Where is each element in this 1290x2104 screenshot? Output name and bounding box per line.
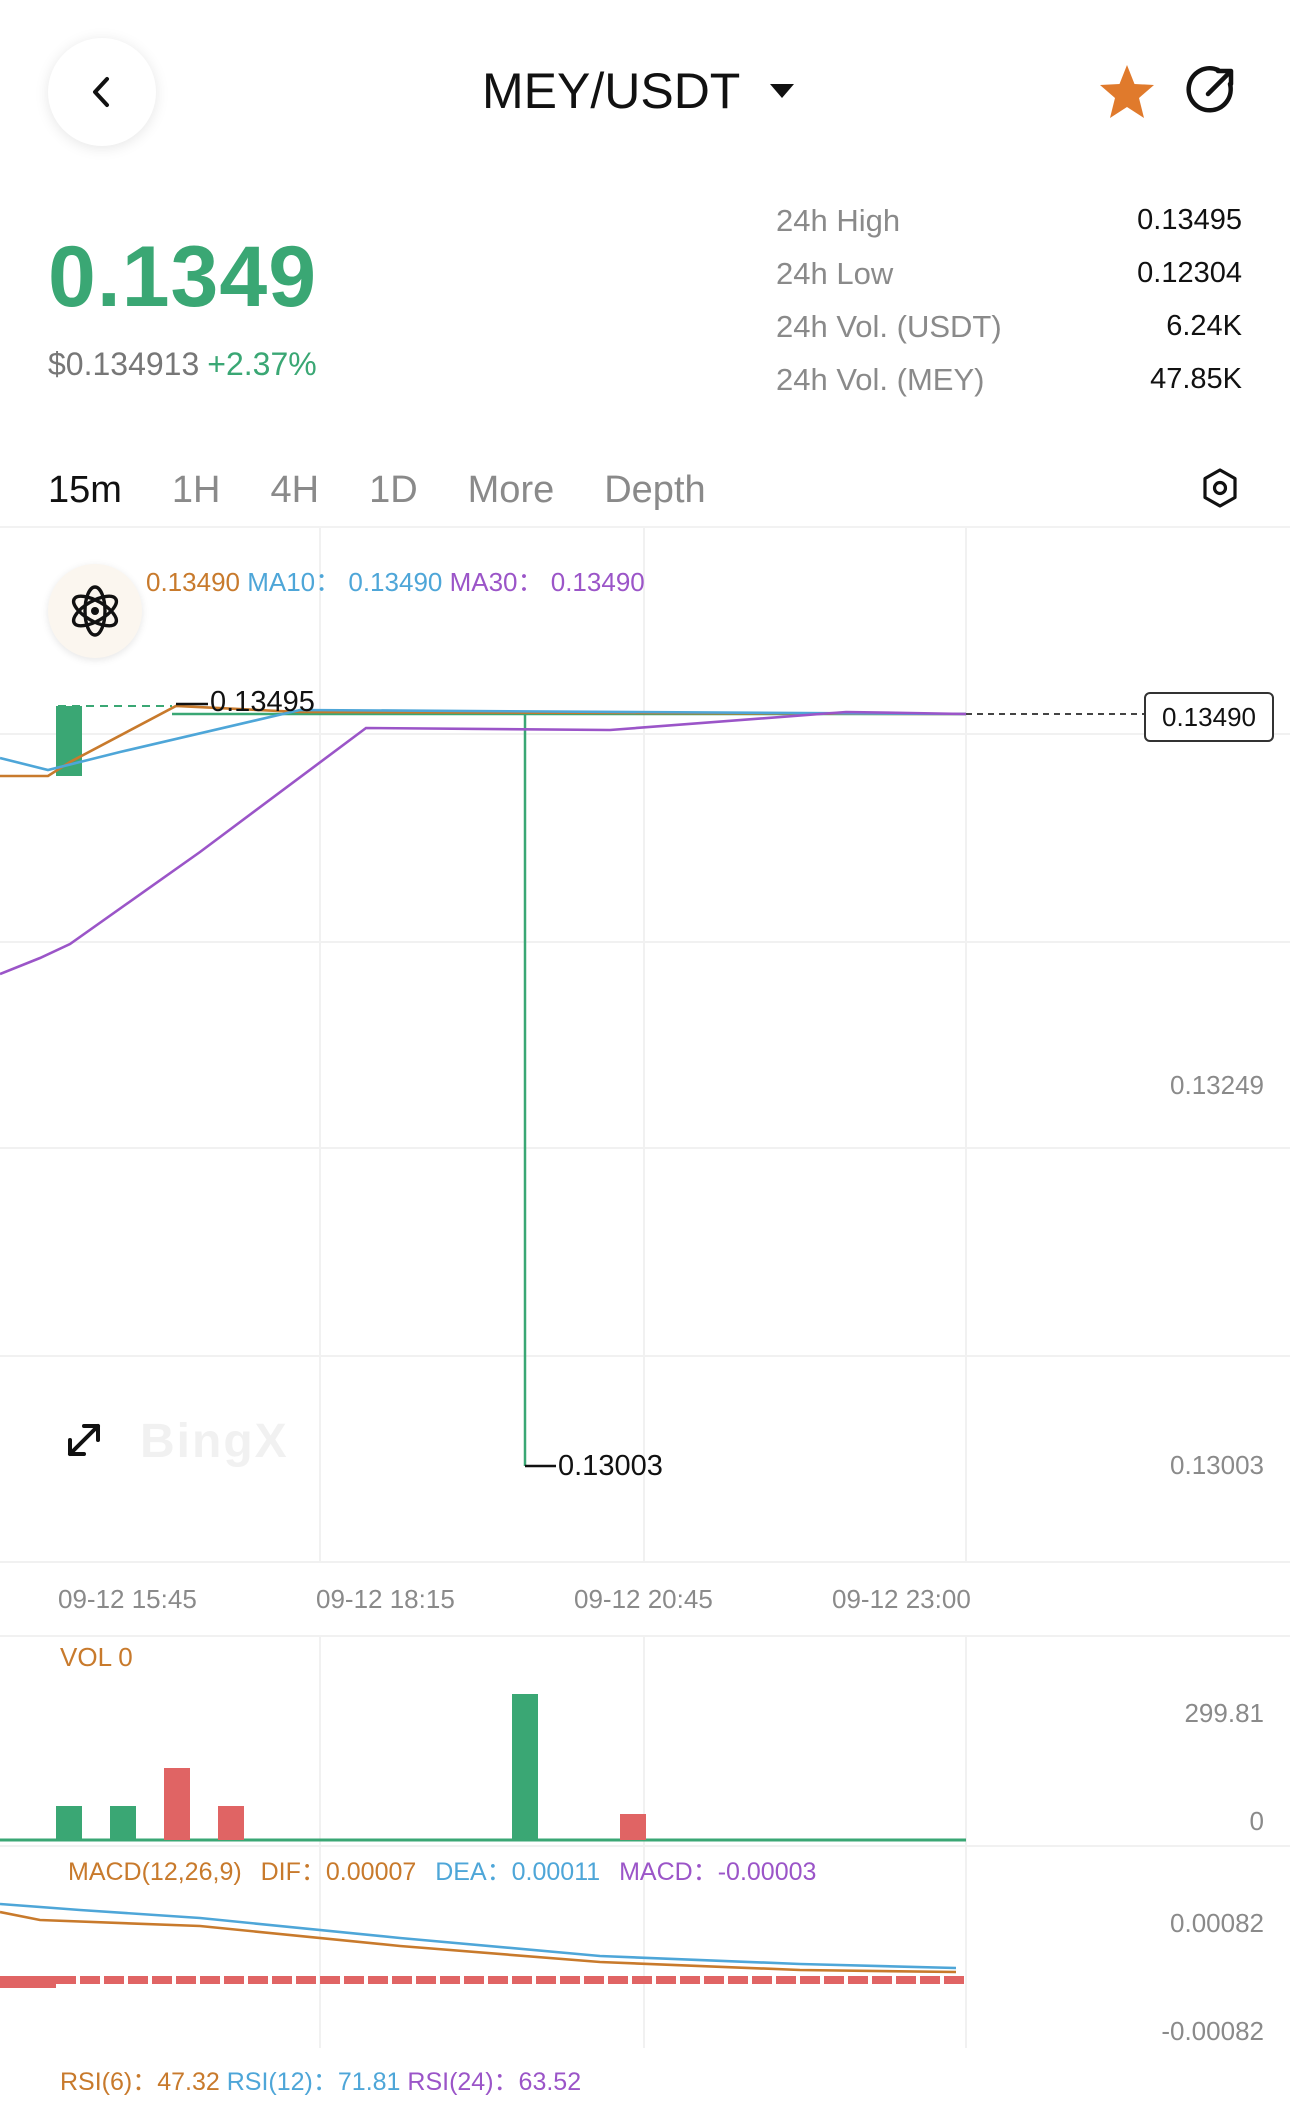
vol-bar (512, 1694, 538, 1840)
rsi24-value: 63.52 (518, 2068, 582, 2096)
tab-depth[interactable]: Depth (604, 469, 705, 512)
ma-legend: 0.13490 MA10： 0.13490 MA30： 0.13490 (58, 562, 645, 599)
y-axis-label: 0.13249 (1170, 1070, 1264, 1100)
dif-value: 0.00007 (325, 1858, 417, 1886)
settings-icon[interactable] (1202, 468, 1238, 508)
macd-axis-label: -0.00082 (1161, 2016, 1264, 2046)
stat-24h-vol-usdt: 24h Vol. (USDT) 6.24K (776, 300, 1242, 353)
stats-panel: 24h High 0.13495 24h Low 0.12304 24h Vol… (776, 194, 1242, 406)
stat-value: 0.12304 (1137, 257, 1242, 289)
expand-icon[interactable] (62, 1418, 106, 1462)
ma10-label: MA10： (247, 567, 342, 597)
stat-label: 24h High (776, 202, 901, 238)
chevron-left-icon (93, 77, 109, 107)
stat-24h-high: 24h High 0.13495 (776, 194, 1242, 247)
rsi12-value: 71.81 (337, 2068, 401, 2096)
time-axis-label: 09-12 18:15 (316, 1584, 455, 1614)
macd-legend: MACD(12,26,9) DIF：0.00007 DEA：0.00011 MA… (68, 1852, 816, 1888)
stat-24h-vol-mey: 24h Vol. (MEY) 47.85K (776, 353, 1242, 406)
vol-bar (110, 1806, 136, 1840)
dea-value: 0.00011 (511, 1858, 601, 1886)
rsi12-label: RSI(12)： (226, 2068, 338, 2096)
vol-bar (218, 1806, 244, 1840)
pair-selector[interactable]: MEY/USDT (482, 62, 795, 120)
vol-bar (164, 1768, 190, 1840)
rsi-legend: RSI(6)：47.32 RSI(12)：71.81 RSI(24)：63.52 (60, 2062, 581, 2098)
back-button[interactable] (48, 38, 156, 146)
y-axis-label: 0.13003 (1170, 1450, 1264, 1480)
macd-axis-label: 0.00082 (1170, 1908, 1264, 1938)
macd-hist-bar (0, 1976, 56, 1988)
last-price: 0.1349 (48, 229, 318, 325)
usd-price-line: $0.134913 +2.37% (48, 346, 317, 383)
dea-label: DEA： (435, 1858, 512, 1886)
ai-assistant-button[interactable] (48, 564, 142, 658)
timeframe-tabs: 15m 1H 4H 1D More Depth (48, 462, 756, 518)
vol-bar (56, 1806, 82, 1840)
time-axis-label: 09-12 20:45 (574, 1584, 713, 1614)
dif-label: DIF： (260, 1858, 326, 1886)
caret-down-icon (770, 84, 795, 98)
high-price-marker: 0.13495 (210, 686, 315, 718)
ma30-value: 0.13490 (550, 567, 645, 597)
ma10-value: 0.13490 (348, 567, 443, 597)
low-price-marker: 0.13003 (558, 1450, 663, 1482)
tab-more[interactable]: More (468, 469, 555, 512)
ma30-label: MA30： (449, 567, 544, 597)
stat-label: 24h Vol. (MEY) (776, 361, 985, 397)
vol-bar (620, 1814, 646, 1840)
watermark-logo: BingX (140, 1415, 289, 1468)
ma10-line (0, 708, 967, 772)
favorite-star-icon[interactable] (1096, 62, 1158, 124)
tab-1h[interactable]: 1H (172, 469, 221, 512)
macd-histogram (0, 1976, 966, 1988)
dea-line (0, 1910, 957, 1974)
time-axis-label: 09-12 23:00 (832, 1584, 971, 1614)
kline-chart[interactable] (0, 528, 1290, 2048)
ma30-line (0, 710, 967, 976)
change-percent: +2.37% (207, 346, 317, 382)
stat-value: 0.13495 (1137, 204, 1242, 236)
atom-icon (71, 585, 119, 637)
rsi24-label: RSI(24)： (407, 2068, 519, 2096)
stat-label: 24h Vol. (USDT) (776, 308, 1002, 344)
current-price-tag[interactable]: 0.13490 (1144, 692, 1274, 742)
tab-1d[interactable]: 1D (369, 469, 418, 512)
tab-4h[interactable]: 4H (271, 469, 320, 512)
stat-value: 47.85K (1150, 363, 1242, 395)
rsi6-label: RSI(6)： (60, 2068, 158, 2096)
macd-label: MACD： (619, 1858, 718, 1886)
stat-label: 24h Low (776, 255, 894, 291)
rsi6-value: 47.32 (157, 2068, 220, 2096)
header: MEY/USDT (0, 0, 1290, 190)
time-axis-label: 09-12 15:45 (58, 1584, 197, 1614)
volume-bars (0, 1694, 966, 1842)
tab-15m[interactable]: 15m (48, 469, 122, 512)
ma5-line (0, 704, 967, 778)
ma5-value: 0.13490 (146, 567, 240, 597)
dif-line (0, 1902, 957, 1970)
macd-value: -0.00003 (717, 1858, 817, 1886)
volume-title: VOL 0 (60, 1642, 133, 1672)
share-icon[interactable] (1184, 62, 1240, 118)
stat-24h-low: 24h Low 0.12304 (776, 247, 1242, 300)
pair-title: MEY/USDT (482, 63, 741, 119)
volume-axis-label: 299.81 (1184, 1698, 1264, 1728)
usd-price: $0.134913 (48, 346, 200, 382)
volume-axis-label: 0 (1249, 1806, 1264, 1836)
stat-value: 6.24K (1166, 310, 1242, 342)
macd-title: MACD(12,26,9) (68, 1858, 242, 1886)
